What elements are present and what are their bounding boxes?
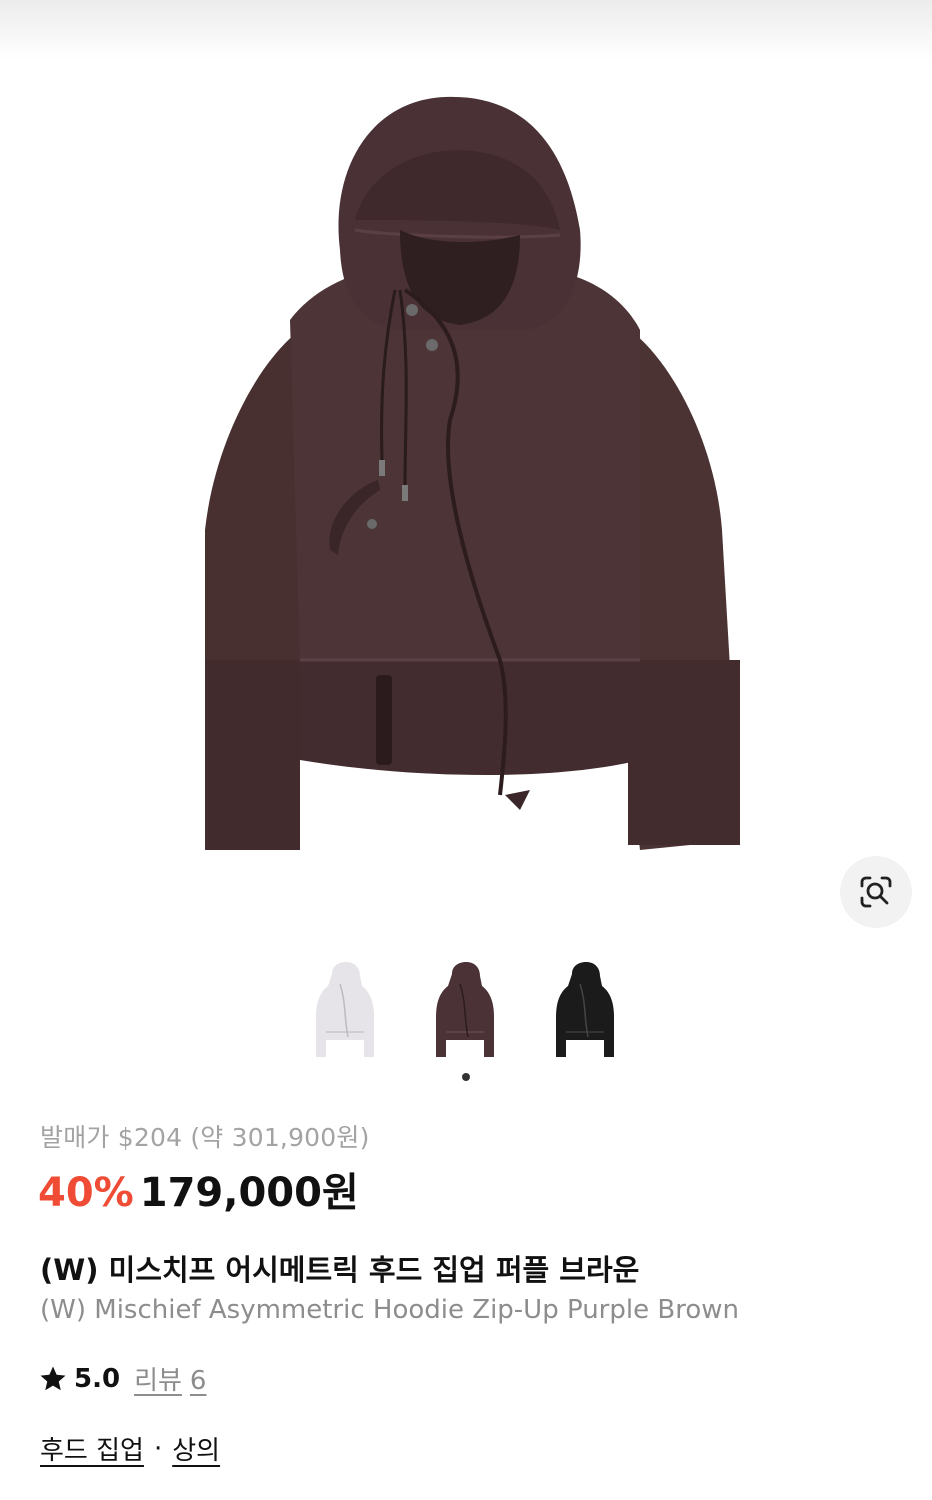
category-separator: ·: [153, 1433, 163, 1464]
review-count: 6: [189, 1366, 207, 1396]
rating-row: 5.0 리뷰 6: [38, 1360, 206, 1397]
product-title-ko: (W) 미스치프 어시메트릭 후드 집업 퍼플 브라운: [40, 1253, 640, 1287]
selected-variant-indicator: [462, 1073, 470, 1081]
category-link-tops[interactable]: 상의: [172, 1430, 220, 1467]
category-link-hoodie-zipup[interactable]: 후드 집업: [40, 1430, 144, 1467]
original-price: 발매가 $204 (약 301,900원): [40, 1123, 370, 1152]
variant-thumb-black[interactable]: [540, 958, 630, 1062]
category-breadcrumb: 후드 집업 · 상의: [40, 1430, 220, 1467]
lens-search-icon: [860, 876, 892, 908]
hoodie-light-gray-icon: [316, 962, 374, 1057]
star-icon: [40, 1366, 66, 1390]
hoodie-purple-brown-illustration: [205, 96, 740, 850]
review-link[interactable]: 리뷰 6: [134, 1360, 206, 1397]
price-row: 40% 179,000원: [38, 1160, 359, 1218]
hoodie-black-icon: [556, 962, 614, 1057]
variant-thumb-purple-brown[interactable]: [420, 958, 510, 1062]
variant-thumb-light-gray[interactable]: [300, 958, 390, 1062]
variant-thumbnails: [300, 958, 630, 1062]
sale-price: 179,000원: [139, 1170, 359, 1216]
lens-search-button[interactable]: [840, 856, 912, 928]
product-title-en: (W) Mischief Asymmetric Hoodie Zip-Up Pu…: [40, 1295, 739, 1325]
product-main-image[interactable]: [0, 60, 932, 940]
discount-rate: 40%: [38, 1170, 134, 1216]
hoodie-purple-brown-icon: [436, 962, 494, 1057]
rating-score: 5.0: [74, 1363, 121, 1394]
review-label: 리뷰: [134, 1366, 182, 1396]
top-shade: [0, 0, 932, 60]
